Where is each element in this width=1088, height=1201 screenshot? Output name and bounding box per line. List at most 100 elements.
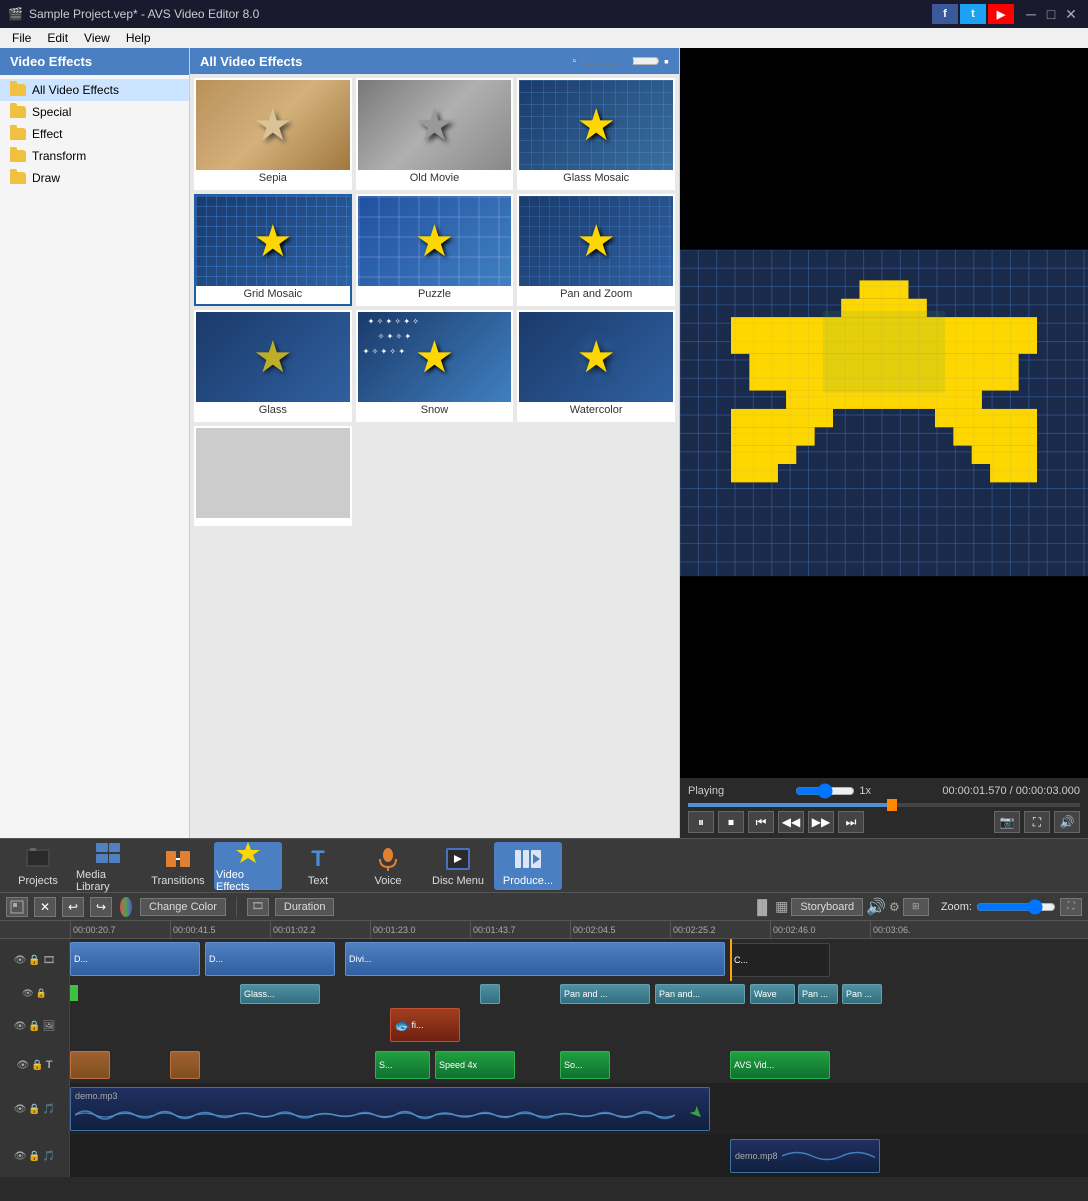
sidebar-item-transform[interactable]: Transform — [0, 145, 189, 167]
toolbar-text[interactable]: T Text — [284, 842, 352, 890]
undo-tool[interactable]: ↩ — [62, 897, 84, 917]
sidebar-item-draw[interactable]: Draw — [0, 167, 189, 189]
forward-button[interactable]: ▶▶ — [808, 811, 834, 833]
effect-gridmosaic[interactable]: ★ Grid Mosaic — [194, 194, 352, 306]
zoom-slider[interactable] — [976, 899, 1056, 915]
facebook-button[interactable]: f — [932, 4, 958, 24]
volume-button[interactable]: 🔊 — [1054, 811, 1080, 833]
effect-panzoom[interactable]: ★ Pan and Zoom — [517, 194, 675, 306]
prev-button[interactable]: ⏮ — [748, 811, 774, 833]
picture-clip-fish[interactable]: 🐟 fi... — [390, 1008, 460, 1042]
effect-sepia[interactable]: ★ Sepia — [194, 78, 352, 190]
effect-glassmosaic[interactable]: ★ Glass Mosaic — [517, 78, 675, 190]
lock-icon[interactable]: 🔒 — [28, 1151, 40, 1162]
storyboard-button[interactable]: Storyboard — [791, 898, 863, 916]
effect-watercolor[interactable]: ★ Watercolor — [517, 310, 675, 422]
mixer-icon[interactable]: ⚙ — [889, 900, 900, 914]
toolbar-produce[interactable]: Produce... — [494, 842, 562, 890]
effect-snow[interactable]: ★ ✦ ✧ ✦ ✧ ✦ ✧ ✧ ✦ ✧ ✦ ✦ ✧ ✦ ✧ ✦ Snow — [356, 310, 514, 422]
progress-handle[interactable] — [887, 799, 897, 811]
close-button[interactable]: ✕ — [1062, 5, 1080, 23]
eye-icon[interactable]: 👁 — [14, 1021, 27, 1032]
text-track-content[interactable]: S... Speed 4x So... AVS Vid... — [70, 1047, 1088, 1083]
video-clip-2[interactable]: D... — [205, 942, 335, 976]
text-clip-so[interactable]: So... — [560, 1051, 610, 1079]
menu-file[interactable]: File — [4, 28, 39, 48]
large-view-icon[interactable]: ▪ — [664, 53, 669, 69]
effect-oldmovie[interactable]: ★ Old Movie — [356, 78, 514, 190]
select-tool[interactable] — [6, 897, 28, 917]
small-view-icon[interactable]: ▫ — [572, 56, 576, 67]
effect-extra1[interactable] — [194, 426, 352, 526]
effect-glass[interactable]: ★ Glass — [194, 310, 352, 422]
eye-icon[interactable]: 👁 — [14, 1151, 27, 1162]
audio-icon[interactable]: 🔊 — [866, 897, 886, 917]
color-indicator[interactable] — [120, 897, 132, 917]
fullscreen-button[interactable]: ⛶ — [1024, 811, 1050, 833]
effect-clip-pan4[interactable]: Pan ... — [842, 984, 882, 1004]
lock-icon[interactable]: 🔒 — [31, 1060, 43, 1071]
youtube-button[interactable]: ▶ — [988, 4, 1014, 24]
change-color-button[interactable]: Change Color — [140, 898, 226, 916]
toolbar-media-library[interactable]: Media Library — [74, 842, 142, 890]
menu-edit[interactable]: Edit — [39, 28, 76, 48]
maximize-button[interactable]: □ — [1042, 5, 1060, 23]
video-clip-3[interactable]: Divi... — [345, 942, 725, 976]
rewind-button[interactable]: ◀◀ — [778, 811, 804, 833]
next-button[interactable]: ⏭ — [838, 811, 864, 833]
toolbar-video-effects[interactable]: Video Effects — [214, 842, 282, 890]
size-slider[interactable] — [580, 55, 660, 67]
text-clip-s[interactable]: S... — [375, 1051, 430, 1079]
text-clip-speed[interactable]: Speed 4x — [435, 1051, 515, 1079]
toolbar-disc-menu[interactable]: Disc Menu — [424, 842, 492, 890]
redo-tool[interactable]: ↪ — [90, 897, 112, 917]
stop-button[interactable]: ⏹ — [718, 811, 744, 833]
effects-track-content[interactable]: Glass... Pan and ... Pan and... Wave Pan… — [70, 981, 1088, 1005]
audio-clip-demo[interactable]: demo.mp3 — [70, 1087, 710, 1131]
eye-icon[interactable]: 👁 — [22, 988, 33, 999]
text-clip-avs[interactable]: AVS Vid... — [730, 1051, 830, 1079]
audio-track2-content[interactable]: demo.mp8 — [70, 1135, 1088, 1177]
duration-button[interactable]: Duration — [275, 898, 335, 916]
effect-puzzle[interactable]: ★ Puzzle — [356, 194, 514, 306]
text-clip-2[interactable] — [170, 1051, 200, 1079]
audio-track-content[interactable]: demo.mp3 ➤ — [70, 1083, 1088, 1135]
lock-icon[interactable]: 🔒 — [28, 1021, 40, 1032]
minimize-button[interactable]: ─ — [1022, 5, 1040, 23]
lock-icon[interactable]: 🔒 — [36, 988, 47, 999]
lock-icon[interactable]: 🔒 — [28, 1104, 40, 1115]
sidebar-item-special[interactable]: Special — [0, 101, 189, 123]
menu-help[interactable]: Help — [118, 28, 159, 48]
effect-clip-pan2[interactable]: Pan and... — [655, 984, 745, 1004]
toolbar-voice[interactable]: Voice — [354, 842, 422, 890]
lock-icon[interactable]: 🔒 — [28, 955, 40, 966]
picture-track-content[interactable]: 🐟 fi... — [70, 1005, 1088, 1047]
pause-button[interactable]: ⏸ — [688, 811, 714, 833]
eye-icon[interactable]: 👁 — [17, 1060, 30, 1071]
film-strip-icon[interactable]: 🎞 — [247, 898, 269, 916]
effect-clip-pan1[interactable]: Pan and ... — [560, 984, 650, 1004]
twitter-button[interactable]: t — [960, 4, 986, 24]
fit-to-window-button[interactable]: ⛶ — [1060, 898, 1082, 916]
sidebar-item-all-effects[interactable]: All Video Effects — [0, 79, 189, 101]
speed-slider[interactable] — [795, 783, 855, 799]
audio-clip-demo2[interactable]: demo.mp8 — [730, 1139, 880, 1173]
effects-grid-container[interactable]: ★ Sepia ★ Old Movie — [190, 74, 679, 838]
effect-clip-pan3[interactable]: Pan ... — [798, 984, 838, 1004]
effect-clip-glass[interactable]: Glass... — [240, 984, 320, 1004]
effect-bar-1[interactable] — [70, 985, 78, 1001]
text-clip-1[interactable] — [70, 1051, 110, 1079]
toolbar-projects[interactable]: Projects — [4, 842, 72, 890]
screenshot-button[interactable]: 📷 — [994, 811, 1020, 833]
menu-view[interactable]: View — [76, 28, 118, 48]
video-track-content[interactable]: D... D... Divi... C... — [70, 939, 1088, 981]
effect-bar-2[interactable] — [480, 984, 500, 1004]
video-clip-1[interactable]: D... — [70, 942, 200, 976]
progress-bar[interactable] — [688, 803, 1080, 807]
sidebar-item-effect[interactable]: Effect — [0, 123, 189, 145]
view-toggle[interactable]: ⊞ — [903, 898, 929, 916]
effect-clip-wave[interactable]: Wave — [750, 984, 795, 1004]
eye-icon[interactable]: 👁 — [14, 1104, 27, 1115]
delete-tool[interactable]: ✕ — [34, 897, 56, 917]
video-clip-4[interactable]: C... — [730, 943, 830, 977]
